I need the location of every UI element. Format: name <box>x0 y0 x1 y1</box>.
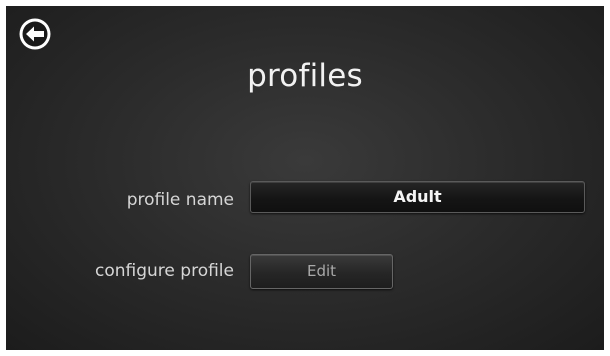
page-title: profiles <box>247 58 363 94</box>
profiles-screen: profiles profile name Adult configure pr… <box>6 6 604 350</box>
back-button[interactable] <box>18 17 52 51</box>
profile-name-label: profile name <box>126 190 234 210</box>
arrow-left-circle-icon <box>19 18 51 50</box>
profile-name-field[interactable]: Adult <box>250 181 585 213</box>
edit-button[interactable]: Edit <box>250 254 393 289</box>
configure-profile-label: configure profile <box>95 261 234 281</box>
